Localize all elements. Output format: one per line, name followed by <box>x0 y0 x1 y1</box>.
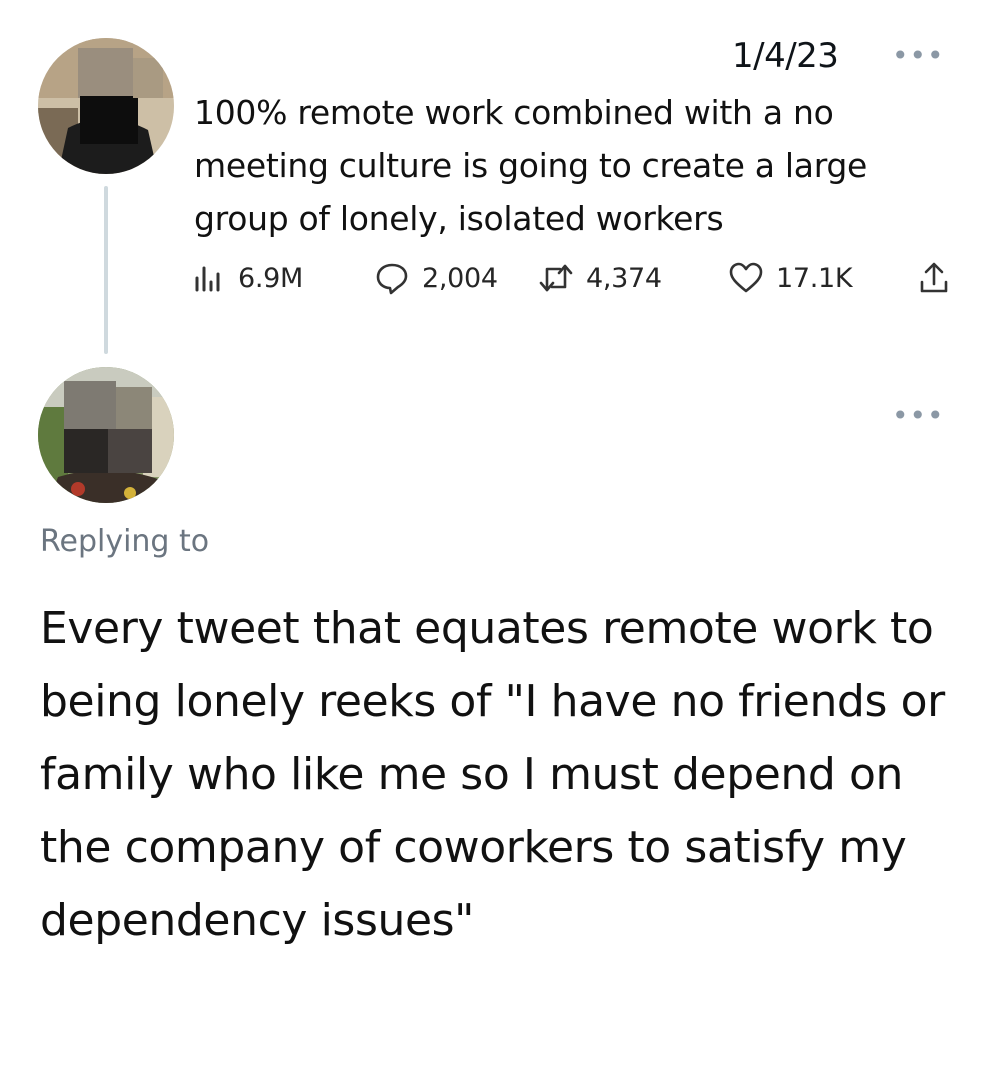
tweet-text: 100% remote work combined with a no meet… <box>194 93 868 238</box>
share-button[interactable] <box>916 258 952 298</box>
tweet-author-avatar[interactable] <box>38 38 174 174</box>
retweet-icon <box>539 264 573 292</box>
retweet-button[interactable]: 4,374 <box>538 258 662 298</box>
reply-count: 2,004 <box>422 262 498 294</box>
share-icon <box>920 262 948 293</box>
heart-icon <box>729 262 763 293</box>
analytics-icon <box>195 266 220 292</box>
avatar-image <box>38 367 174 503</box>
views-stat[interactable]: 6.9M <box>190 258 303 298</box>
tweet-actions-bar: 6.9M 2,004 4,374 17.1K <box>190 258 960 298</box>
like-count: 17.1K <box>776 262 853 294</box>
reply-author-avatar[interactable] <box>38 367 174 503</box>
thread-connector-line <box>104 186 108 354</box>
ellipsis-icon: ••• <box>892 399 945 432</box>
avatar-image <box>38 38 174 174</box>
tweet-more-button[interactable]: ••• <box>892 42 945 70</box>
replying-to-label: Replying to <box>40 524 210 559</box>
reply-text: Every tweet that equates remote work to … <box>40 603 945 946</box>
like-button[interactable]: 17.1K <box>728 258 853 298</box>
reply-icon <box>376 263 408 295</box>
views-count: 6.9M <box>238 262 304 294</box>
reply-more-button[interactable]: ••• <box>892 402 945 430</box>
retweet-count: 4,374 <box>586 262 662 294</box>
tweet-date: 1/4/23 <box>732 36 839 76</box>
reply-button[interactable]: 2,004 <box>374 258 498 298</box>
ellipsis-icon: ••• <box>892 39 945 72</box>
